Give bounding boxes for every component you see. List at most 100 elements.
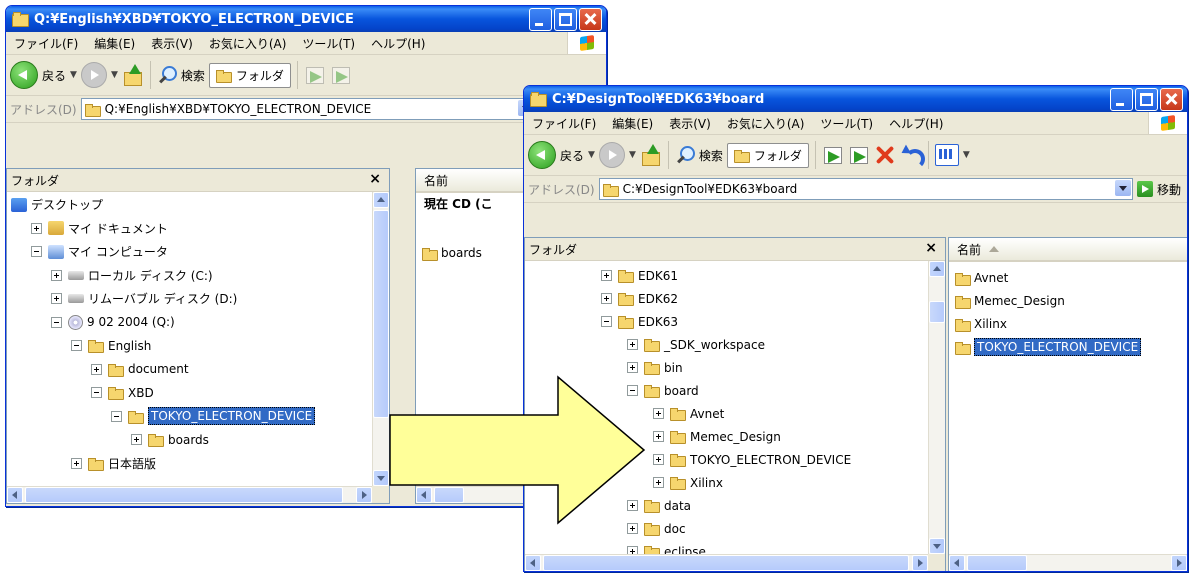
scroll-thumb[interactable] bbox=[25, 487, 343, 503]
tree-item[interactable]: 9 02 2004 (Q:) bbox=[51, 312, 175, 333]
collapse-icon[interactable] bbox=[31, 246, 42, 257]
tree-item[interactable]: boards bbox=[131, 429, 209, 450]
menu-favorites[interactable]: お気に入り(A) bbox=[719, 115, 813, 132]
minimize-button[interactable] bbox=[1110, 88, 1133, 111]
tree-item[interactable]: XBD bbox=[91, 382, 154, 403]
copy-to-icon[interactable] bbox=[848, 144, 870, 166]
menu-edit[interactable]: 編集(E) bbox=[604, 115, 661, 132]
tree-item[interactable]: Avnet bbox=[653, 403, 724, 424]
menu-file[interactable]: ファイル(F) bbox=[524, 115, 604, 132]
chevron-down-icon[interactable]: ▼ bbox=[111, 70, 118, 80]
scroll-right-button[interactable] bbox=[1171, 555, 1187, 571]
undo-icon[interactable] bbox=[900, 144, 925, 169]
back-button-label[interactable]: 戻る bbox=[42, 67, 66, 84]
list-item[interactable]: Avnet bbox=[955, 268, 1008, 288]
collapse-icon[interactable] bbox=[71, 340, 82, 351]
list-item[interactable]: TOKYO_ELECTRON_DEVICE bbox=[955, 337, 1142, 357]
expand-icon[interactable] bbox=[653, 477, 664, 488]
menu-tools[interactable]: ツール(T) bbox=[812, 115, 881, 132]
scroll-thumb[interactable] bbox=[967, 555, 1027, 571]
menu-edit[interactable]: 編集(E) bbox=[86, 35, 143, 52]
search-icon[interactable] bbox=[157, 65, 177, 85]
tree-item[interactable]: EDK62 bbox=[601, 288, 678, 309]
tree-item[interactable]: デスクトップ bbox=[11, 194, 103, 215]
back-button-label[interactable]: 戻る bbox=[560, 147, 584, 164]
chevron-down-icon[interactable]: ▼ bbox=[70, 70, 77, 80]
move-to-icon[interactable] bbox=[822, 144, 844, 166]
tree-item[interactable]: document bbox=[91, 359, 189, 380]
expand-icon[interactable] bbox=[71, 457, 82, 469]
tree-item[interactable]: EDK63 bbox=[601, 311, 678, 332]
chevron-down-icon[interactable] bbox=[1114, 180, 1131, 196]
tree-item[interactable]: ローカル ディスク (C:) bbox=[51, 265, 213, 286]
chevron-down-icon[interactable]: ▼ bbox=[588, 150, 595, 160]
tree-item[interactable]: TOKYO_ELECTRON_DEVICE bbox=[653, 449, 851, 470]
expand-icon[interactable] bbox=[131, 434, 142, 445]
collapse-icon[interactable] bbox=[91, 387, 102, 398]
scroll-left-button[interactable] bbox=[949, 555, 965, 571]
vertical-scrollbar[interactable] bbox=[928, 261, 945, 554]
folder-up-icon[interactable] bbox=[640, 144, 662, 166]
list-item[interactable]: Xilinx bbox=[955, 314, 1007, 334]
back-arrow-icon[interactable] bbox=[10, 61, 38, 89]
chevron-down-icon[interactable]: ▼ bbox=[963, 150, 970, 160]
maximize-button[interactable] bbox=[1135, 88, 1158, 111]
menu-file[interactable]: ファイル(F) bbox=[6, 35, 86, 52]
scroll-right-button[interactable] bbox=[912, 555, 928, 571]
tree-item[interactable]: TOKYO_ELECTRON_DEVICE bbox=[111, 406, 316, 427]
list-item[interactable]: Memec_Design bbox=[955, 291, 1065, 311]
tree-item[interactable]: リムーバブル ディスク (D:) bbox=[51, 288, 237, 309]
go-button[interactable]: 移動 bbox=[1136, 181, 1187, 198]
expand-icon[interactable] bbox=[653, 454, 664, 465]
tree-item[interactable]: English bbox=[71, 335, 151, 356]
close-icon[interactable]: × bbox=[925, 240, 937, 256]
expand-icon[interactable] bbox=[653, 408, 664, 419]
expand-icon[interactable] bbox=[51, 293, 62, 304]
tree-item[interactable]: _SDK_workspace bbox=[627, 334, 765, 355]
minimize-button[interactable] bbox=[529, 8, 552, 31]
horizontal-scrollbar[interactable] bbox=[949, 554, 1187, 571]
tree-item[interactable]: 日本語版 bbox=[71, 453, 156, 474]
copy-to-icon[interactable] bbox=[330, 64, 352, 86]
expand-icon[interactable] bbox=[601, 293, 612, 304]
forward-arrow-icon[interactable] bbox=[598, 142, 625, 168]
vertical-scrollbar[interactable] bbox=[372, 192, 389, 486]
expand-icon[interactable] bbox=[601, 270, 612, 281]
menu-help[interactable]: ヘルプ(H) bbox=[363, 35, 433, 52]
expand-icon[interactable] bbox=[91, 363, 102, 375]
forward-arrow-icon[interactable] bbox=[80, 62, 107, 88]
collapse-icon[interactable] bbox=[51, 316, 62, 328]
horizontal-scrollbar[interactable] bbox=[525, 554, 928, 571]
menu-help[interactable]: ヘルプ(H) bbox=[881, 115, 951, 132]
tree-item[interactable]: Xilinx bbox=[653, 472, 723, 493]
expand-icon[interactable] bbox=[31, 222, 42, 234]
scroll-right-button[interactable] bbox=[356, 487, 372, 503]
close-icon[interactable]: × bbox=[369, 171, 381, 187]
tree-item[interactable]: マイ コンピュータ bbox=[31, 241, 168, 262]
left-title-bar[interactable]: Q:¥English¥XBD¥TOKYO_ELECTRON_DEVICE bbox=[6, 6, 606, 32]
menu-tools[interactable]: ツール(T) bbox=[294, 35, 363, 52]
expand-icon[interactable] bbox=[653, 431, 664, 442]
expand-icon[interactable] bbox=[627, 339, 638, 350]
collapse-icon[interactable] bbox=[601, 316, 612, 327]
folders-button[interactable]: フォルダ bbox=[208, 62, 291, 88]
scroll-down-button[interactable] bbox=[929, 538, 945, 554]
chevron-down-icon[interactable]: ▼ bbox=[629, 150, 636, 160]
name-column-header[interactable]: 名前 bbox=[949, 238, 1187, 262]
scroll-up-button[interactable] bbox=[373, 192, 389, 208]
expand-icon[interactable] bbox=[627, 362, 638, 373]
back-arrow-icon[interactable] bbox=[528, 141, 556, 169]
delete-icon[interactable] bbox=[874, 144, 896, 166]
scroll-thumb[interactable] bbox=[543, 555, 909, 571]
views-icon[interactable] bbox=[934, 144, 959, 166]
address-input[interactable]: C:¥DesignTool¥EDK63¥board bbox=[598, 178, 1133, 200]
search-button-label[interactable]: 検索 bbox=[181, 67, 205, 84]
close-button[interactable] bbox=[579, 8, 602, 31]
address-input[interactable]: Q:¥English¥XBD¥TOKYO_ELECTRON_DEVICE bbox=[80, 98, 536, 120]
right-title-bar[interactable]: C:¥DesignTool¥EDK63¥board bbox=[524, 86, 1187, 112]
scroll-thumb[interactable] bbox=[373, 210, 389, 418]
scroll-thumb[interactable] bbox=[929, 301, 945, 323]
menu-view[interactable]: 表示(V) bbox=[661, 115, 719, 132]
expand-icon[interactable] bbox=[51, 269, 62, 281]
scroll-left-button[interactable] bbox=[7, 487, 23, 503]
